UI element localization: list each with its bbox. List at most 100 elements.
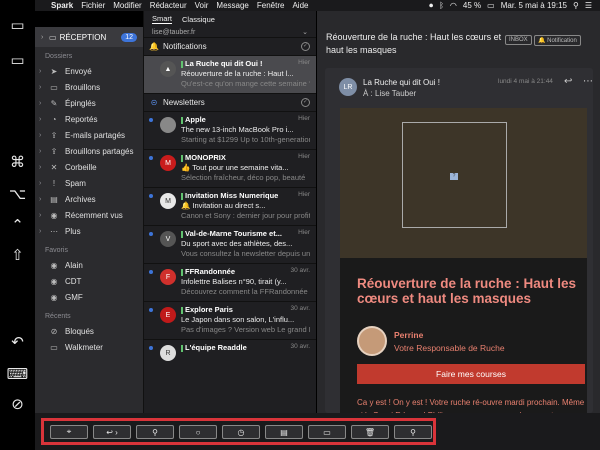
sidebar-item-brouillons[interactable]: › ▭ Brouillons — [35, 79, 143, 95]
search-icon[interactable]: ⚲ — [573, 1, 579, 10]
contact-icon: ◉ — [50, 276, 58, 286]
search-button[interactable]: ⚲ — [394, 425, 432, 439]
archive-icon: ▤ — [280, 427, 288, 437]
priority-marker — [181, 116, 183, 124]
message-row[interactable]: Apple Hier The new 13-inch MacBook Pro i..… — [144, 111, 316, 149]
menu-fenetre[interactable]: Fenêtre — [257, 1, 285, 10]
group-header-notifications[interactable]: 🔔 Notifications ✓ — [144, 37, 316, 55]
avatar[interactable]: LR — [339, 78, 357, 96]
chevron-right-icon: › — [39, 227, 42, 235]
section-label-recents: Récents — [45, 313, 71, 320]
message-subject: 👍 Tout pour une semaine vita... — [181, 163, 289, 172]
trash-icon: ✕ — [50, 162, 58, 172]
sidebar-item-alain[interactable]: ◉ Alain — [35, 257, 143, 273]
message-row[interactable]: R L'équipe Readdle 30 avr. — [144, 339, 316, 377]
sidebar-item-envoyé[interactable]: › ➤ Envoyé — [35, 63, 143, 79]
undo-icon[interactable]: ↶ — [0, 330, 35, 354]
sidebar-item-épinglés[interactable]: › ✎ Épinglés — [35, 95, 143, 111]
side-toolbar: ▭ ▭ ⌘ ⌥ ⌃ ⇧ ↶ ⌨ ⊘ — [0, 0, 35, 450]
shop-button[interactable]: Faire mes courses — [357, 364, 585, 384]
sender-name[interactable]: La Ruche qui dit Oui ! — [363, 78, 440, 87]
recipient-line[interactable]: À : Lise Tauber — [363, 89, 416, 98]
menu-aide[interactable]: Aide — [292, 1, 308, 10]
message-subject: 🔔 Invitation au direct s... — [181, 201, 266, 210]
sidebar-item-inbox[interactable]: › ▭ RÉCEPTION 12 — [35, 27, 143, 47]
sidebar-item-brouillons-partagés[interactable]: › ⇪ Brouillons partagés — [35, 143, 143, 159]
command-icon[interactable]: ⌘ — [0, 150, 35, 174]
archive-button[interactable]: ▤ — [265, 425, 303, 439]
sidebar-item-spam[interactable]: ›! Spam — [35, 175, 143, 191]
delete-button[interactable]: 🗑 — [351, 425, 389, 439]
control-icon[interactable]: ⌃ — [0, 213, 35, 237]
message-row[interactable]: E Explore Paris 30 avr. Le Japon dans son s… — [144, 301, 316, 339]
collapse-circle-icon[interactable]: ⌄ — [302, 28, 308, 36]
sidebar-item-récemment-vus[interactable]: › ◉ Récemment vus — [35, 207, 143, 223]
message-subject: Du sport avec des athlètes, des... — [181, 239, 293, 248]
priority-marker — [181, 60, 183, 68]
pin-button[interactable]: ⚲ — [136, 425, 174, 439]
disconnect-icon[interactable]: ⊘ — [0, 392, 35, 416]
contact-icon: ◉ — [50, 292, 58, 302]
more-icon[interactable]: ⋯ — [583, 76, 593, 87]
sidebar-item-plus[interactable]: › ⋯ Plus — [35, 223, 143, 239]
reply-icon[interactable]: ↩ — [564, 76, 572, 87]
option-icon[interactable]: ⌥ — [0, 182, 35, 206]
status-menu-icon[interactable]: ⏺ — [429, 1, 433, 11]
message-row[interactable]: M Invitation Miss Numerique Hier 🔔 Invitati… — [144, 187, 316, 225]
message-preview: Découvrez comment la FFRandonnée — [181, 287, 308, 296]
sidebar-item-archives[interactable]: › ▤ Archives — [35, 191, 143, 207]
clock-text[interactable]: Mar. 5 mai à 19:15 — [501, 1, 567, 10]
menu-app[interactable]: Spark — [51, 1, 73, 10]
battery-percent[interactable]: 45 % — [463, 1, 481, 10]
menu-voir[interactable]: Voir — [195, 1, 209, 10]
mark-done-icon[interactable]: ✓ — [301, 98, 310, 107]
menu-message[interactable]: Message — [216, 1, 248, 10]
chevron-right-icon: › — [39, 67, 42, 75]
sidebar-item-corbeille[interactable]: › ✕ Corbeille — [35, 159, 143, 175]
sidebar-item-bloqués[interactable]: ⊘ Bloqués — [35, 323, 143, 339]
message-row[interactable]: M MONOPRIX Hier 👍 Tout pour une semaine vit… — [144, 149, 316, 187]
control-center-icon[interactable]: ☰ — [585, 1, 592, 10]
sidebar-item-e-mails-partagés[interactable]: › ⇪ E-mails partagés — [35, 127, 143, 143]
bell-icon: 🔔 — [149, 42, 159, 51]
compose-button[interactable]: ⌖ — [50, 425, 88, 439]
wifi-icon[interactable]: ◠ — [450, 1, 457, 10]
message-row[interactable]: ▲ La Ruche qui dit Oui ! Hier Réouverture d… — [144, 55, 316, 93]
group-header-newsletters[interactable]: ⊝ Newsletters ✓ — [144, 93, 316, 111]
trash-icon: 🗑 — [364, 427, 376, 437]
display-icon[interactable]: ▭ — [0, 48, 35, 72]
sidebar-item-label: Envoyé — [65, 66, 92, 76]
message-row[interactable]: V Val-de-Marne Tourisme et... Hier Du sport… — [144, 225, 316, 263]
chevron-right-icon: › — [39, 115, 42, 123]
menu-modifier[interactable]: Modifier — [113, 1, 141, 10]
tab-smart[interactable]: Smart — [152, 14, 173, 24]
tab-classique[interactable]: Classique — [182, 15, 215, 24]
battery-icon[interactable]: ▭ — [487, 1, 495, 10]
folder-icon: ▭ — [323, 427, 331, 437]
sidebar-item-gmf[interactable]: ◉ GMF — [35, 289, 143, 305]
window-icon[interactable]: ▭ — [0, 13, 35, 37]
menu-redacteur[interactable]: Rédacteur — [150, 1, 187, 10]
account-row[interactable]: lise@tauber.fr ⌄ — [144, 27, 316, 37]
inbox-tag[interactable]: INBOX — [505, 35, 532, 45]
sender-avatar: ▲ — [160, 61, 176, 77]
sidebar-item-walkmeter[interactable]: ▭ Walkmeter — [35, 339, 143, 355]
sidebar-item-reportés[interactable]: › ◔ Reportés — [35, 111, 143, 127]
move-button[interactable]: ▭ — [308, 425, 346, 439]
notification-tag[interactable]: 🔔 Notification — [534, 35, 581, 46]
sidebar-item-label: Épinglés — [65, 98, 96, 108]
bluetooth-icon[interactable]: ᛒ — [439, 1, 444, 10]
sidebar-item-label: E-mails partagés — [65, 130, 126, 140]
email-card: LR La Ruche qui dit Oui ! À : Lise Taube… — [325, 68, 593, 413]
shift-icon[interactable]: ⇧ — [0, 243, 35, 267]
menu-fichier[interactable]: Fichier — [81, 1, 105, 10]
message-sender: Invitation Miss Numerique — [181, 191, 278, 200]
done-button[interactable]: ○ — [179, 425, 217, 439]
mark-done-icon[interactable]: ✓ — [301, 42, 310, 51]
snooze-button[interactable]: ◷ — [222, 425, 260, 439]
sidebar-item-cdt[interactable]: ◉ CDT — [35, 273, 143, 289]
reply-button[interactable]: ↩ › — [93, 425, 131, 439]
keyboard-icon[interactable]: ⌨ — [0, 362, 35, 386]
message-row[interactable]: F FFRandonnée 30 avr. Infolettre Balises n°… — [144, 263, 316, 301]
priority-marker — [181, 154, 183, 162]
